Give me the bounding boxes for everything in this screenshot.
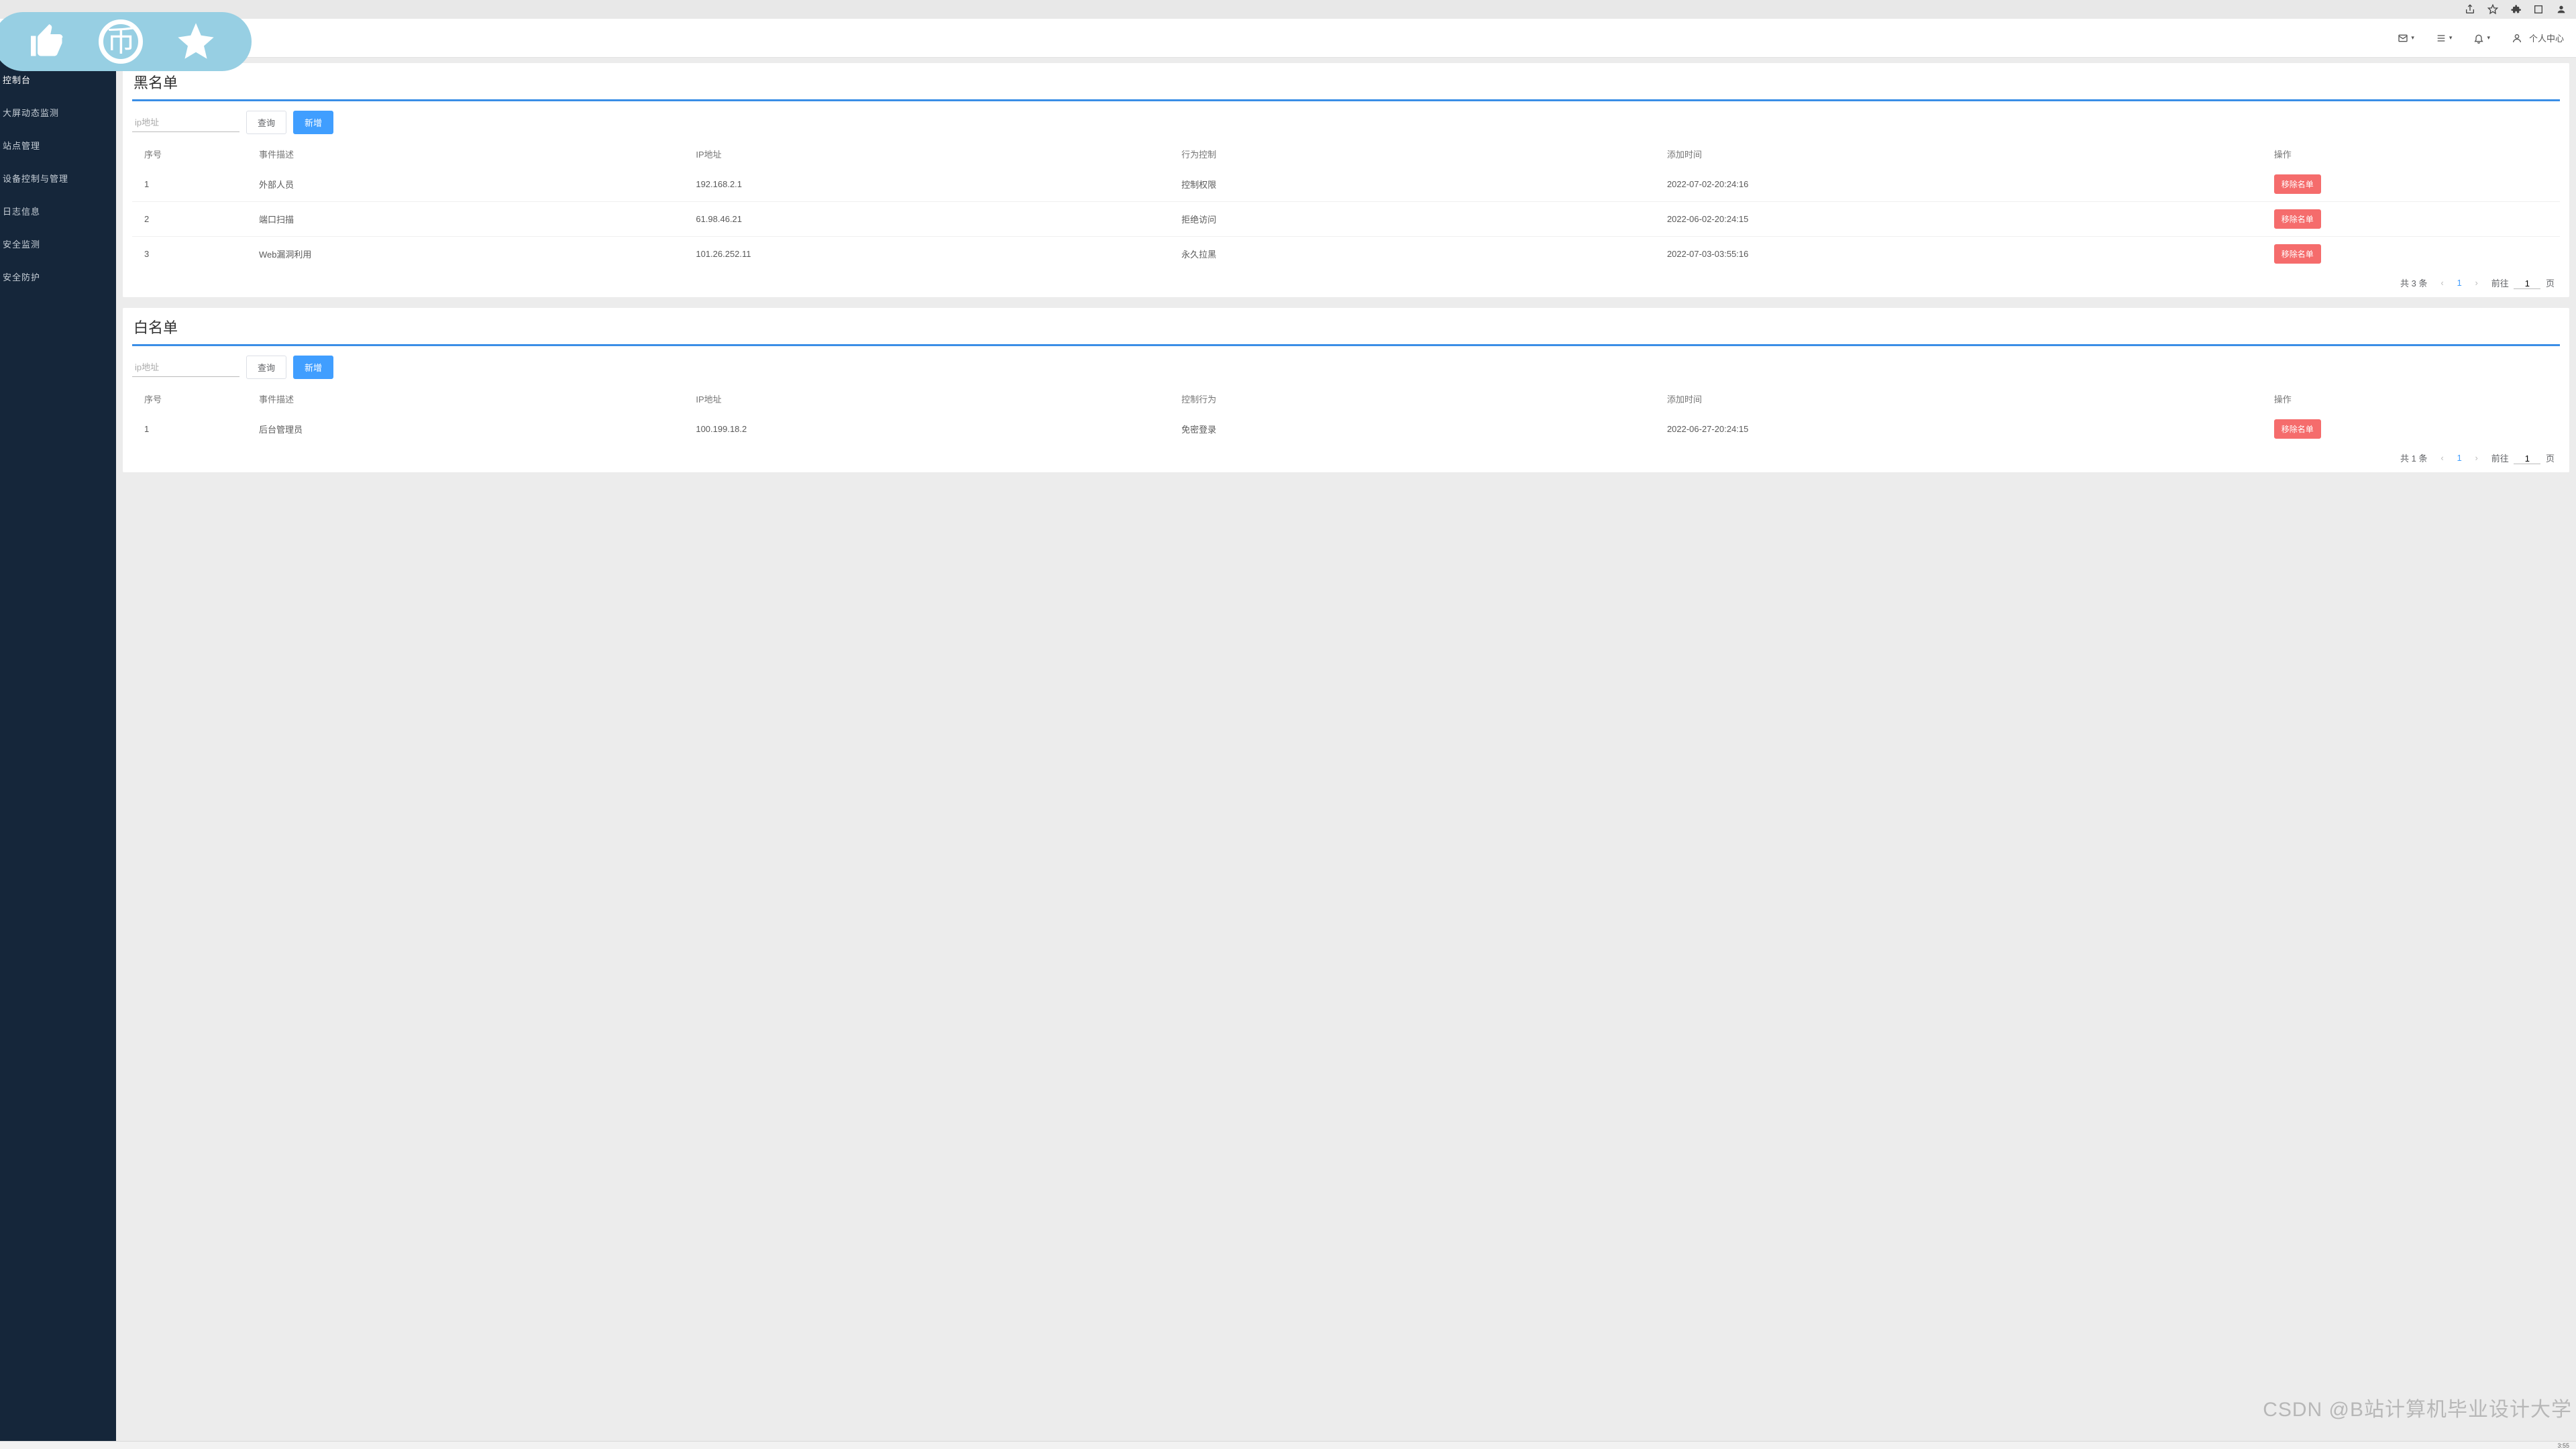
remove-button[interactable]: 移除名单 — [2274, 244, 2321, 264]
table-row: 2 端口扫描 61.98.46.21 拒绝访问 2022-06-02-20:24… — [132, 202, 2560, 237]
divider — [132, 344, 2560, 346]
sidebar-item-sites[interactable]: 站点管理 — [0, 131, 116, 159]
sidebar-item-dashboard[interactable]: 大屏动态监测 — [0, 99, 116, 126]
page-goto: 前往 页 — [2491, 276, 2555, 289]
blacklist-title: 黑名单 — [132, 63, 2560, 99]
thumb-up-icon[interactable] — [28, 21, 68, 63]
page-goto-input[interactable] — [2514, 278, 2540, 289]
blacklist-add-button[interactable]: 新增 — [293, 111, 333, 134]
taskbar-tray: 3:55 — [2557, 1442, 2569, 1449]
blacklist-query-button[interactable]: 查询 — [246, 111, 286, 134]
blacklist-toolbar: 查询 新增 — [132, 111, 2560, 134]
whitelist-table: 序号 事件描述 IP地址 控制行为 添加时间 操作 1 后台管理员 100.19 — [132, 386, 2560, 446]
page-total: 共 1 条 — [2400, 451, 2427, 464]
divider — [132, 99, 2560, 101]
col-ctrl: 控制行为 — [1176, 386, 1662, 412]
window-icon[interactable] — [2533, 4, 2544, 15]
remove-button[interactable]: 移除名单 — [2274, 209, 2321, 229]
page-total: 共 3 条 — [2400, 276, 2427, 289]
whitelist-query-button[interactable]: 查询 — [246, 356, 286, 379]
col-seq: 序号 — [132, 141, 254, 167]
coin-icon[interactable]: 币 — [99, 19, 143, 64]
mail-menu[interactable]: ▾ — [2398, 33, 2414, 44]
col-ip: IP地址 — [690, 141, 1176, 167]
favorite-star-icon[interactable] — [174, 19, 217, 64]
notifications-menu[interactable]: ▾ — [2473, 33, 2490, 44]
sidebar: 控制台 大屏动态监测 站点管理 设备控制与管理 日志信息 安全监测 安全防护 — [0, 58, 116, 1441]
whitelist-search-input[interactable] — [132, 358, 239, 377]
blacklist-search-input[interactable] — [132, 113, 239, 132]
remove-button[interactable]: 移除名单 — [2274, 174, 2321, 194]
list-icon — [2436, 33, 2447, 44]
profile-icon[interactable] — [2556, 4, 2567, 15]
browser-chrome — [0, 0, 2576, 19]
table-row: 1 外部人员 192.168.2.1 控制权限 2022-07-02-20:24… — [132, 167, 2560, 202]
col-ctrl: 行为控制 — [1176, 141, 1662, 167]
col-act: 操作 — [2269, 386, 2560, 412]
extensions-icon[interactable] — [2510, 4, 2521, 15]
table-row: 1 后台管理员 100.199.18.2 免密登录 2022-06-27-20:… — [132, 412, 2560, 446]
mail-icon — [2398, 33, 2408, 44]
sidebar-item-protection[interactable]: 安全防护 — [0, 263, 116, 290]
whitelist-panel: 白名单 查询 新增 序号 事件描述 IP地址 控制行为 添加时间 — [123, 308, 2569, 472]
remove-button[interactable]: 移除名单 — [2274, 419, 2321, 439]
page-prev-icon[interactable]: ‹ — [2436, 453, 2447, 463]
whitelist-pagination: 共 1 条 ‹ 1 › 前往 页 — [132, 451, 2560, 464]
col-desc: 事件描述 — [254, 141, 690, 167]
main-content: 黑名单 查询 新增 序号 事件描述 IP地址 行为控制 添加时间 — [116, 58, 2576, 1441]
col-time: 添加时间 — [1662, 386, 2269, 412]
page-goto: 前往 页 — [2491, 451, 2555, 464]
user-icon — [2512, 33, 2522, 44]
whitelist-title: 白名单 — [132, 308, 2560, 344]
col-time: 添加时间 — [1662, 141, 2269, 167]
profile-menu[interactable]: 个人中心 — [2512, 32, 2564, 44]
sidebar-item-monitoring[interactable]: 安全监测 — [0, 230, 116, 258]
taskbar-clock: 3:55 — [2557, 1442, 2569, 1449]
whitelist-toolbar: 查询 新增 — [132, 356, 2560, 379]
col-seq: 序号 — [132, 386, 254, 412]
blacklist-panel: 黑名单 查询 新增 序号 事件描述 IP地址 行为控制 添加时间 — [123, 63, 2569, 297]
page-goto-input[interactable] — [2514, 453, 2540, 464]
list-menu[interactable]: ▾ — [2436, 33, 2453, 44]
chevron-down-icon: ▾ — [2487, 34, 2490, 42]
profile-label: 个人中心 — [2529, 32, 2564, 44]
chevron-down-icon: ▾ — [2449, 34, 2453, 42]
page-current[interactable]: 1 — [2457, 278, 2461, 288]
col-ip: IP地址 — [690, 386, 1176, 412]
page-next-icon[interactable]: › — [2471, 453, 2482, 463]
blacklist-pagination: 共 3 条 ‹ 1 › 前往 页 — [132, 276, 2560, 289]
page-current[interactable]: 1 — [2457, 453, 2461, 463]
star-icon[interactable] — [2487, 4, 2498, 15]
blacklist-table: 序号 事件描述 IP地址 行为控制 添加时间 操作 1 外部人员 192.168 — [132, 141, 2560, 271]
floating-action-pill: 币 — [0, 12, 252, 71]
sidebar-item-devices[interactable]: 设备控制与管理 — [0, 164, 116, 192]
chevron-down-icon: ▾ — [2411, 34, 2414, 42]
sidebar-item-logs[interactable]: 日志信息 — [0, 197, 116, 225]
os-taskbar: 3:55 — [0, 1441, 2576, 1449]
whitelist-add-button[interactable]: 新增 — [293, 356, 333, 379]
table-row: 3 Web漏洞利用 101.26.252.11 永久拉黑 2022-07-03-… — [132, 237, 2560, 272]
app-header: ▾ ▾ ▾ 个人中心 — [0, 19, 2576, 58]
bell-icon — [2473, 33, 2484, 44]
col-act: 操作 — [2269, 141, 2560, 167]
col-desc: 事件描述 — [254, 386, 690, 412]
page-prev-icon[interactable]: ‹ — [2436, 278, 2447, 288]
page-next-icon[interactable]: › — [2471, 278, 2482, 288]
share-icon[interactable] — [2465, 4, 2475, 15]
